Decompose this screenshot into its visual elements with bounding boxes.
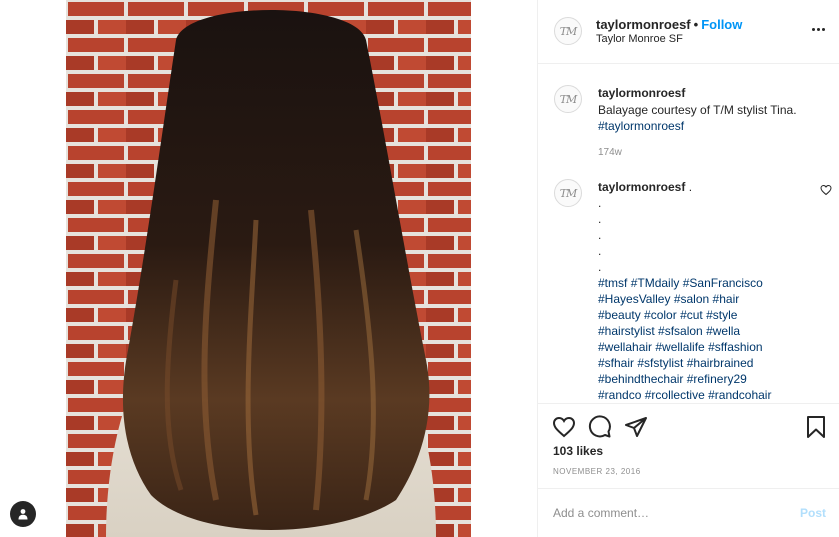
more-options-icon[interactable] — [812, 28, 826, 34]
hashtag[interactable]: #sffashion — [708, 340, 763, 354]
heart-icon[interactable] — [552, 415, 576, 439]
actions-bar: 103 likes NOVEMBER 23, 2016 — [538, 403, 839, 488]
comment-icon[interactable] — [588, 415, 612, 439]
hashtag[interactable]: #color — [644, 308, 677, 322]
comment-dot: . — [598, 196, 602, 210]
hashtag[interactable]: #wellahair — [598, 340, 652, 354]
hashtag[interactable]: #HayesValley — [598, 292, 670, 306]
likes-count[interactable]: 103 likes — [553, 444, 603, 458]
comment-first-text: . — [688, 180, 693, 194]
comment-username[interactable]: taylormonroesf — [598, 180, 685, 194]
caption-text: Balayage courtesy of T/M stylist Tina. — [598, 103, 797, 117]
header-username[interactable]: taylormonroesf — [596, 17, 691, 32]
avatar-initials: TM — [559, 24, 578, 38]
hashtag-line: #sfhair #sfstylist #hairbrained — [598, 355, 828, 371]
hashtag[interactable]: #sfstylist — [637, 356, 683, 370]
comment-user-line: taylormonroesf . — [598, 180, 692, 194]
avatar[interactable]: TM — [554, 179, 582, 207]
comment-dot: . — [598, 228, 602, 242]
post-comment-button[interactable]: Post — [800, 506, 826, 520]
hashtag[interactable]: #refinery29 — [687, 372, 747, 386]
bookmark-icon[interactable] — [804, 415, 828, 439]
hashtag[interactable]: #style — [706, 308, 737, 322]
hashtag-line: #behindthechair #refinery29 — [598, 371, 828, 387]
comment-dot: . — [598, 260, 602, 274]
hashtag[interactable]: #wellalife — [655, 340, 704, 354]
post-photo-art — [66, 0, 471, 537]
hashtag[interactable]: #cut — [680, 308, 703, 322]
hashtag-line: #hairstylist #sfsalon #wella — [598, 323, 828, 339]
hashtag[interactable]: #tmsf — [598, 276, 627, 290]
hashtag[interactable]: #TMdaily — [631, 276, 680, 290]
hashtag-line: #HayesValley #salon #hair — [598, 291, 828, 307]
media-area — [0, 0, 537, 537]
follow-button[interactable]: Follow — [701, 17, 742, 32]
location-link[interactable]: Taylor Monroe SF — [596, 33, 683, 45]
post-details-panel: TM taylormonroesf • Follow Taylor Monroe S… — [537, 0, 839, 537]
post-header: TM taylormonroesf • Follow Taylor Monroe S… — [538, 0, 839, 64]
instagram-post-view: TM taylormonroesf • Follow Taylor Monroe S… — [0, 0, 839, 537]
hashtag[interactable]: #randcohair — [708, 388, 771, 402]
separator-dot: • — [693, 17, 699, 32]
share-icon[interactable] — [624, 415, 648, 439]
avatar[interactable]: TM — [554, 17, 582, 45]
header-user-line: taylormonroesf • Follow — [596, 17, 742, 32]
hashtag[interactable]: #sfsalon — [658, 324, 703, 338]
comment-like-heart-icon[interactable] — [820, 184, 832, 196]
hashtag-line: #wellahair #wellalife #sffashion — [598, 339, 828, 355]
caption-timestamp[interactable]: 174w — [598, 147, 622, 158]
caption-username[interactable]: taylormonroesf — [598, 86, 685, 100]
hashtag[interactable]: #randco — [598, 388, 641, 402]
comment-input[interactable] — [553, 501, 783, 525]
add-comment-bar: Post — [538, 488, 839, 537]
hashtag[interactable]: #salon — [674, 292, 709, 306]
hashtag[interactable]: #rcollective — [645, 388, 705, 402]
hashtag[interactable]: #beauty — [598, 308, 641, 322]
caption-hashtag[interactable]: #taylormonroesf — [598, 118, 828, 134]
comment-dot: . — [598, 212, 602, 226]
user-tag-icon[interactable] — [10, 501, 36, 527]
post-photo[interactable] — [66, 0, 471, 537]
hashtag[interactable]: #hair — [713, 292, 740, 306]
hashtag-line: #tmsf #TMdaily #SanFrancisco — [598, 275, 828, 291]
hashtag[interactable]: #hairbrained — [687, 356, 754, 370]
post-date[interactable]: NOVEMBER 23, 2016 — [553, 467, 641, 476]
hashtag-line: #beauty #color #cut #style — [598, 307, 828, 323]
hashtag[interactable]: #sfhair — [598, 356, 634, 370]
hashtag[interactable]: #wella — [706, 324, 740, 338]
hashtag-line: #randco #rcollective #randcohair — [598, 387, 828, 403]
avatar[interactable]: TM — [554, 85, 582, 113]
comment-hashtags: #tmsf #TMdaily #SanFrancisco #HayesValle… — [598, 275, 828, 403]
comments-section: TM taylormonroesf Balayage courtesy of T… — [538, 64, 839, 403]
hashtag[interactable]: #SanFrancisco — [683, 276, 763, 290]
hashtag[interactable]: #hairstylist — [598, 324, 655, 338]
hashtag[interactable]: #behindthechair — [598, 372, 683, 386]
comment-dot: . — [598, 244, 602, 258]
